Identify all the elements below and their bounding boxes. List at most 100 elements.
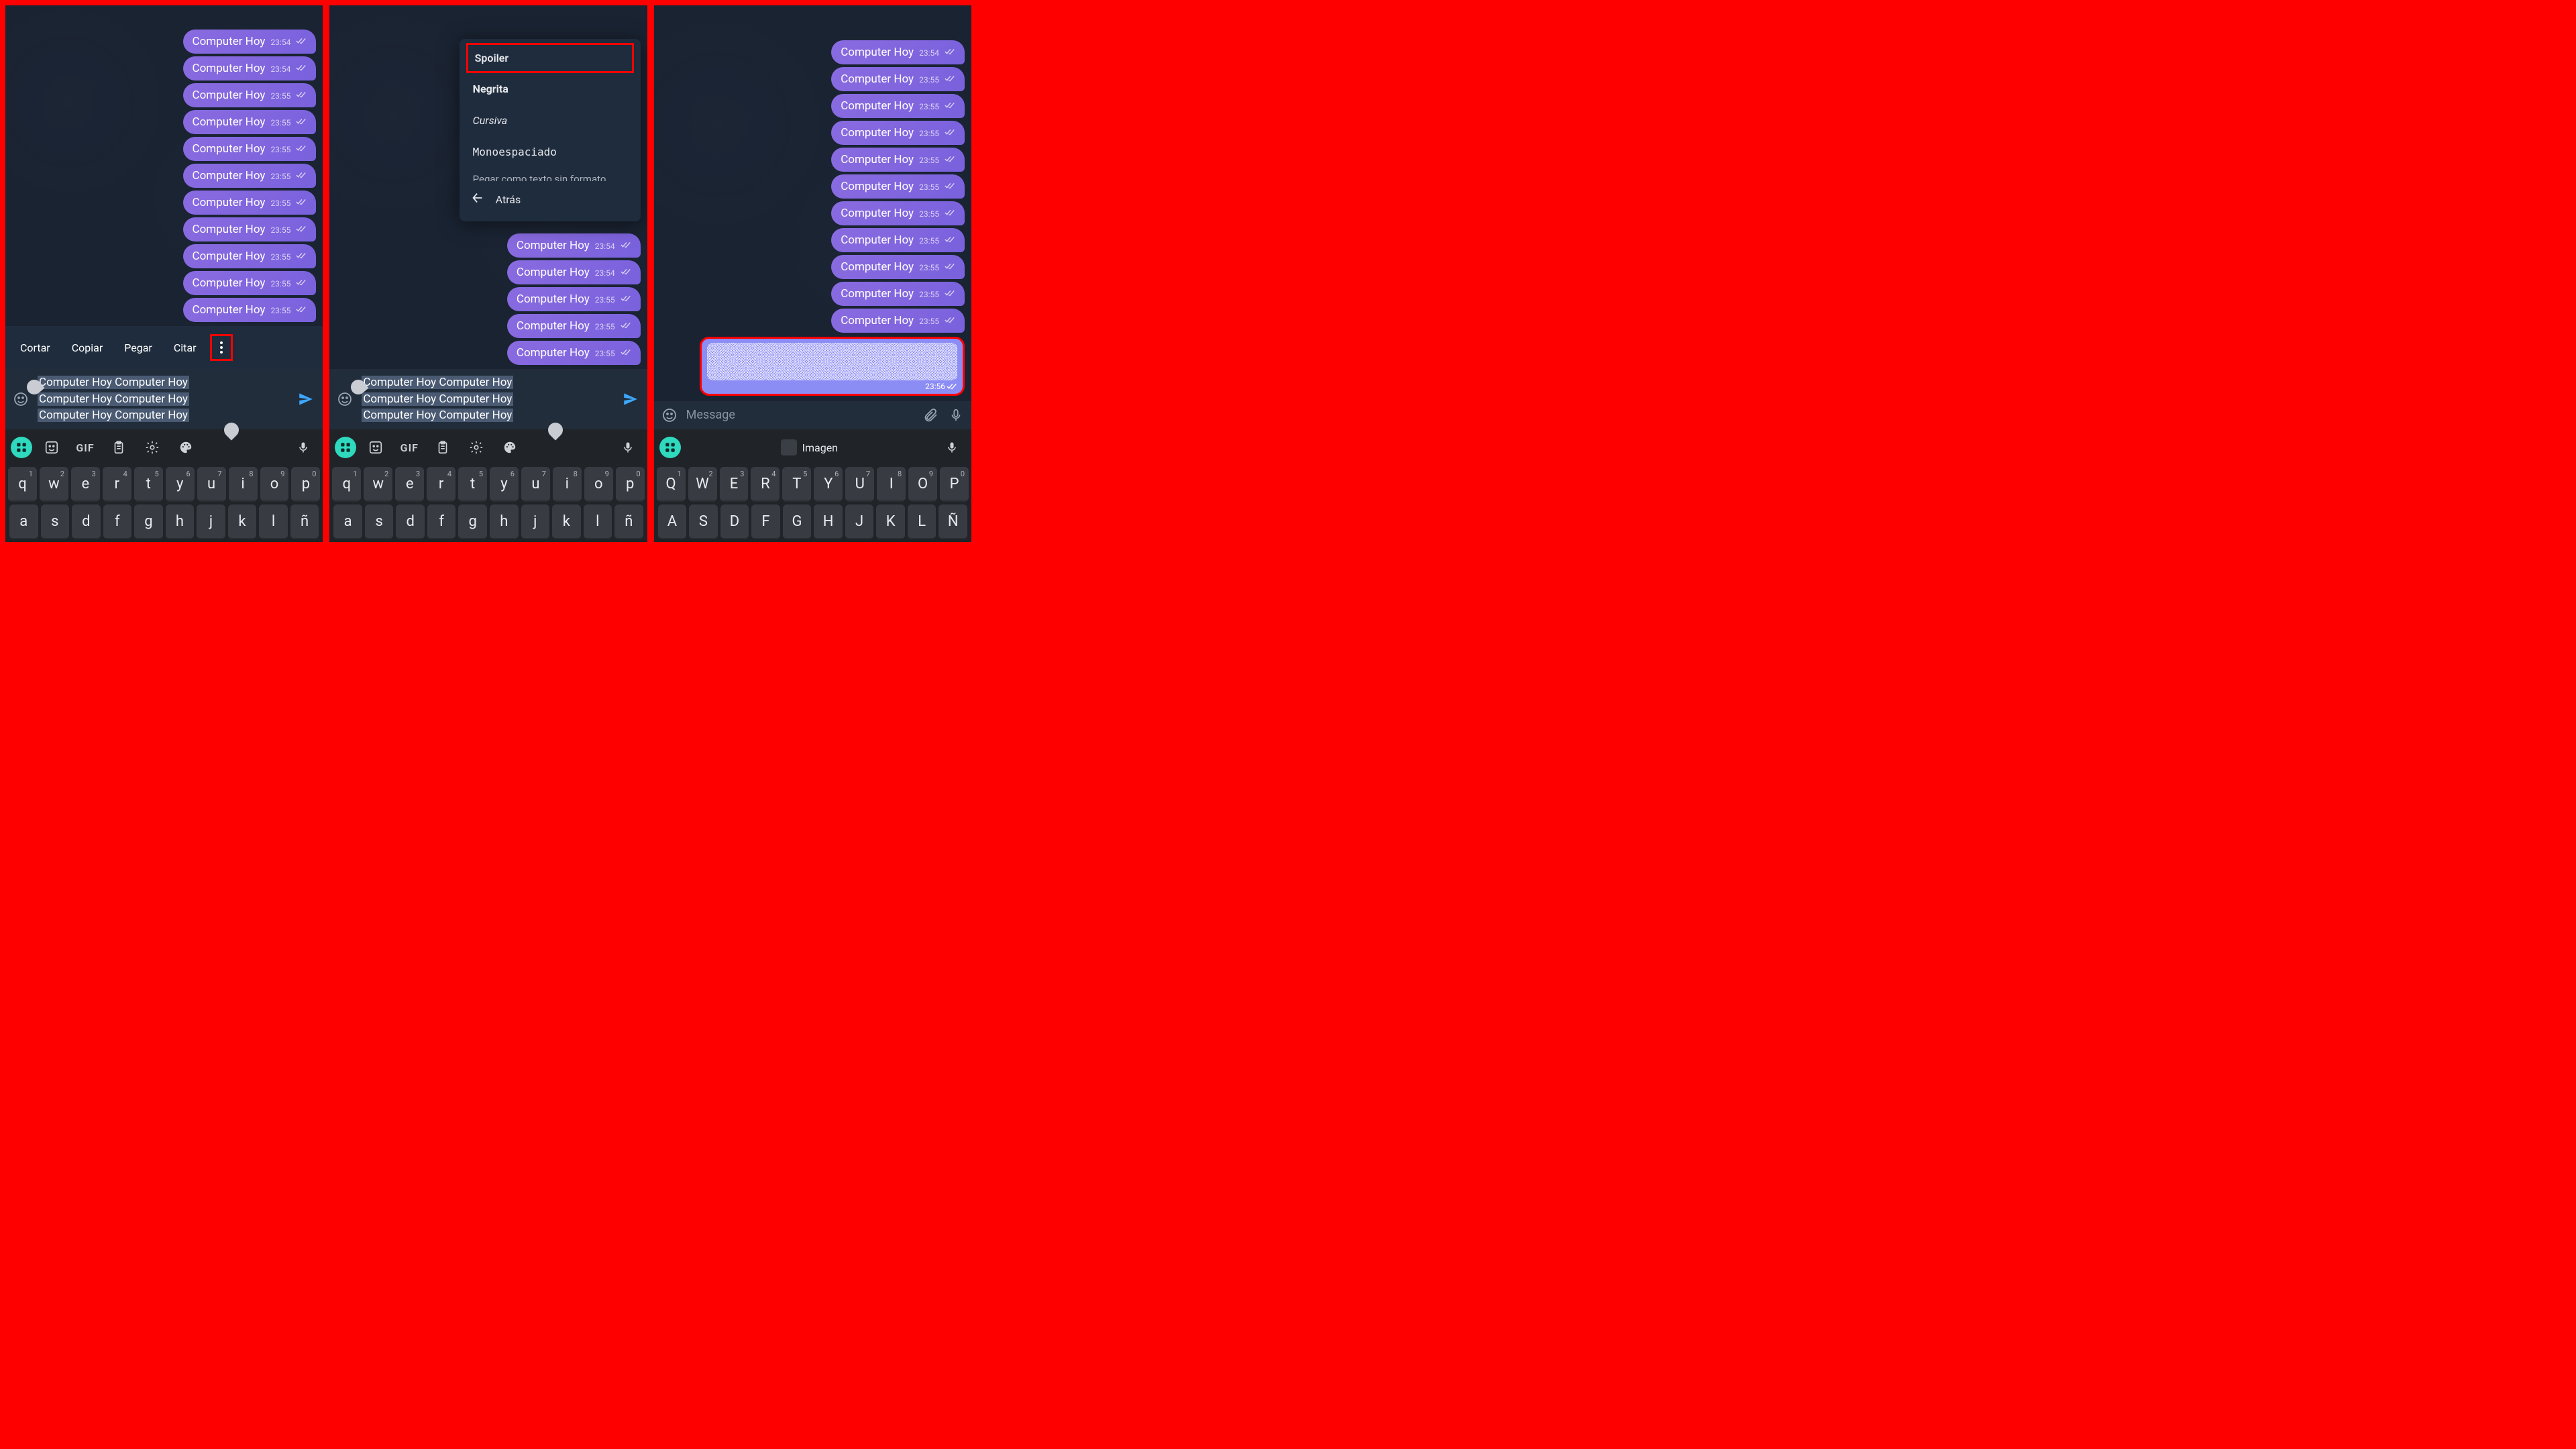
clipboard-icon[interactable] (105, 436, 133, 459)
palette-icon[interactable] (496, 436, 524, 459)
key-j[interactable]: j (521, 504, 550, 539)
more-options-button[interactable] (213, 339, 229, 356)
message-bubble[interactable]: Computer Hoy23:55 (831, 67, 965, 91)
key-f[interactable]: F (751, 504, 780, 539)
key-k[interactable]: k (552, 504, 581, 539)
message-input[interactable]: Computer Hoy Computer Hoy Computer Hoy C… (360, 373, 613, 425)
chat-area[interactable]: Computer Hoy23:54 Computer Hoy23:54 Comp… (5, 5, 323, 326)
key-d[interactable]: d (72, 504, 101, 539)
message-bubble[interactable]: Computer Hoy23:55 (831, 309, 965, 333)
gif-button[interactable]: GIF (71, 436, 99, 459)
send-button[interactable] (619, 388, 642, 411)
keyboard-suggestion[interactable]: Imagen (686, 439, 932, 455)
format-back-button[interactable]: Atrás (460, 181, 641, 217)
key-u[interactable]: u7 (197, 467, 226, 502)
key-enye[interactable]: ñ (614, 504, 643, 539)
key-r[interactable]: r4 (427, 467, 455, 502)
format-spoiler-button[interactable]: Spoiler (466, 43, 634, 73)
key-t[interactable]: T5 (782, 467, 811, 502)
send-button[interactable] (294, 388, 317, 411)
key-p[interactable]: p0 (291, 467, 320, 502)
copy-button[interactable]: Copiar (61, 339, 114, 357)
message-bubble[interactable]: Computer Hoy23:55 (183, 298, 317, 322)
message-bubble[interactable]: Computer Hoy23:55 (183, 244, 317, 268)
message-bubble[interactable]: Computer Hoy23:55 (831, 148, 965, 172)
message-bubble[interactable]: Computer Hoy23:55 (507, 287, 641, 311)
message-bubble[interactable]: Computer Hoy23:55 (831, 255, 965, 279)
message-input[interactable]: Computer Hoy Computer Hoy Computer Hoy C… (36, 373, 289, 425)
keyboard-app-icon[interactable] (659, 437, 681, 458)
key-r[interactable]: R4 (751, 467, 780, 502)
message-bubble[interactable]: Computer Hoy23:54 (507, 260, 641, 284)
key-i[interactable]: i8 (553, 467, 582, 502)
key-q[interactable]: q1 (332, 467, 361, 502)
message-bubble[interactable]: Computer Hoy23:55 (183, 110, 317, 134)
message-bubble[interactable]: Computer Hoy23:55 (831, 121, 965, 145)
key-l[interactable]: L (908, 504, 936, 539)
mic-icon[interactable] (938, 436, 966, 459)
mic-icon[interactable] (289, 436, 317, 459)
key-s[interactable]: s (365, 504, 394, 539)
key-i[interactable]: i8 (229, 467, 258, 502)
chat-area[interactable]: Computer Hoy23:54 Computer Hoy23:55 Comp… (654, 5, 971, 401)
message-bubble[interactable]: Computer Hoy23:55 (507, 341, 641, 365)
format-italic-button[interactable]: Cursiva (460, 105, 641, 136)
spoiler-message-bubble[interactable]: 23:56 (700, 337, 965, 396)
sticker-icon[interactable] (38, 436, 66, 459)
key-l[interactable]: l (584, 504, 612, 539)
message-bubble[interactable]: Computer Hoy23:55 (183, 217, 317, 241)
key-f[interactable]: f (103, 504, 132, 539)
key-a[interactable]: A (658, 504, 687, 539)
voice-message-button[interactable] (946, 405, 966, 425)
key-enye[interactable]: ñ (290, 504, 319, 539)
emoji-button[interactable] (659, 405, 680, 425)
key-k[interactable]: K (876, 504, 905, 539)
keyboard-app-icon[interactable] (11, 437, 32, 458)
key-q[interactable]: Q1 (657, 467, 686, 502)
key-enye[interactable]: Ñ (938, 504, 967, 539)
key-k[interactable]: k (228, 504, 257, 539)
key-t[interactable]: t5 (134, 467, 163, 502)
key-y[interactable]: Y6 (814, 467, 843, 502)
keyboard-app-icon[interactable] (335, 437, 356, 458)
key-l[interactable]: l (259, 504, 288, 539)
message-bubble[interactable]: Computer Hoy23:55 (831, 282, 965, 306)
key-j[interactable]: j (197, 504, 225, 539)
key-a[interactable]: a (9, 504, 38, 539)
message-bubble[interactable]: Computer Hoy23:55 (831, 228, 965, 252)
key-r[interactable]: r4 (103, 467, 131, 502)
key-u[interactable]: U7 (845, 467, 874, 502)
message-bubble[interactable]: Computer Hoy23:55 (183, 191, 317, 215)
key-e[interactable]: e3 (395, 467, 424, 502)
message-bubble[interactable]: Computer Hoy23:54 (183, 56, 317, 80)
message-input[interactable]: Message (685, 405, 915, 425)
format-mono-button[interactable]: Monoespaciado (460, 136, 641, 168)
key-h[interactable]: H (814, 504, 843, 539)
key-d[interactable]: D (720, 504, 749, 539)
message-bubble[interactable]: Computer Hoy23:55 (183, 164, 317, 188)
key-g[interactable]: g (134, 504, 163, 539)
key-w[interactable]: w2 (364, 467, 392, 502)
emoji-button[interactable] (335, 389, 355, 409)
cut-button[interactable]: Cortar (9, 339, 61, 357)
spoiler-hidden-content[interactable] (707, 343, 957, 380)
gif-button[interactable]: GIF (395, 436, 423, 459)
settings-icon[interactable] (138, 436, 166, 459)
key-o[interactable]: o9 (260, 467, 289, 502)
message-bubble[interactable]: Computer Hoy23:54 (183, 30, 317, 54)
attach-button[interactable] (920, 405, 941, 425)
key-g[interactable]: G (783, 504, 812, 539)
key-h[interactable]: h (490, 504, 519, 539)
key-f[interactable]: f (427, 504, 456, 539)
key-w[interactable]: w2 (40, 467, 68, 502)
format-paste-plain-button[interactable]: Pegar como texto sin formato (460, 168, 641, 181)
emoji-button[interactable] (11, 389, 31, 409)
key-p[interactable]: p0 (616, 467, 645, 502)
key-g[interactable]: g (458, 504, 487, 539)
key-o[interactable]: o9 (584, 467, 613, 502)
message-bubble[interactable]: Computer Hoy23:55 (831, 174, 965, 199)
message-bubble[interactable]: Computer Hoy23:54 (831, 40, 965, 64)
key-o[interactable]: O9 (908, 467, 937, 502)
key-i[interactable]: I8 (877, 467, 906, 502)
quote-button[interactable]: Citar (163, 339, 207, 357)
